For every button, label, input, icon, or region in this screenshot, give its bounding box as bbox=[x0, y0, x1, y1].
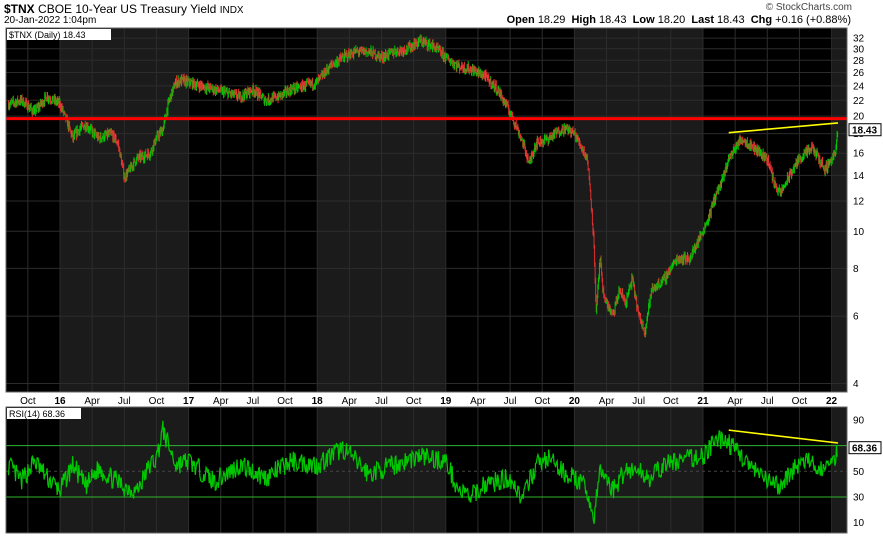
x-tick-label: Jul bbox=[761, 396, 774, 407]
x-tick-label: Oct bbox=[406, 396, 422, 407]
price-y-tick-label: 4 bbox=[853, 379, 859, 390]
x-tick-label: 19 bbox=[440, 396, 452, 407]
price-y-tick-label: 28 bbox=[853, 56, 865, 67]
x-tick-label: Apr bbox=[342, 396, 358, 407]
x-tick-label: Jul bbox=[375, 396, 388, 407]
x-tick-label: Oct bbox=[663, 396, 679, 407]
x-tick-label: Apr bbox=[84, 396, 100, 407]
x-tick-label: Apr bbox=[599, 396, 615, 407]
rsi-y-tick-label: 10 bbox=[853, 518, 865, 529]
rsi-y-tick-label: 30 bbox=[853, 493, 865, 504]
x-tick-label: Oct bbox=[277, 396, 293, 407]
x-tick-label: 18 bbox=[312, 396, 324, 407]
rsi-last-value: 68.36 bbox=[852, 444, 877, 455]
x-tick-label: Oct bbox=[792, 396, 808, 407]
price-last-value: 18.43 bbox=[852, 126, 877, 137]
x-tick-label: 20 bbox=[569, 396, 581, 407]
x-tick-label: Jul bbox=[632, 396, 645, 407]
price-y-tick-label: 6 bbox=[853, 312, 859, 323]
price-y-tick-label: 26 bbox=[853, 68, 865, 79]
x-tick-label: Apr bbox=[470, 396, 486, 407]
price-y-tick-label: 10 bbox=[853, 227, 865, 238]
price-y-tick-label: 8 bbox=[853, 264, 859, 275]
rsi-legend: RSI(14) 68.36 bbox=[9, 409, 65, 419]
x-tick-label: 17 bbox=[183, 396, 195, 407]
x-tick-label: 16 bbox=[54, 396, 66, 407]
price-y-tick-label: 22 bbox=[853, 96, 865, 107]
price-year-shade bbox=[831, 28, 847, 392]
x-tick-label: 22 bbox=[826, 396, 838, 407]
rsi-y-tick-label: 90 bbox=[853, 415, 865, 426]
x-tick-label: Apr bbox=[727, 396, 743, 407]
x-tick-label: Oct bbox=[534, 396, 550, 407]
x-tick-label: Oct bbox=[149, 396, 165, 407]
x-tick-label: Apr bbox=[213, 396, 229, 407]
chart-svg: 468101214161820222426283032Oct16AprJulOc… bbox=[5, 27, 882, 534]
price-y-tick-label: 20 bbox=[853, 112, 865, 123]
x-tick-label: Jul bbox=[247, 396, 260, 407]
x-tick-label: Jul bbox=[504, 396, 517, 407]
price-y-tick-label: 24 bbox=[853, 81, 865, 92]
rsi-year-shade bbox=[831, 407, 847, 533]
price-y-tick-label: 12 bbox=[853, 196, 865, 207]
x-tick-label: Jul bbox=[118, 396, 131, 407]
price-y-tick-label: 14 bbox=[853, 171, 865, 182]
price-y-tick-label: 16 bbox=[853, 149, 865, 160]
rsi-y-tick-label: 50 bbox=[853, 467, 865, 478]
x-tick-label: Oct bbox=[20, 396, 36, 407]
price-y-tick-label: 30 bbox=[853, 44, 865, 55]
price-y-tick-label: 32 bbox=[853, 34, 865, 45]
x-tick-label: 21 bbox=[697, 396, 709, 407]
price-legend: $TNX (Daily) 18.43 bbox=[9, 30, 86, 40]
